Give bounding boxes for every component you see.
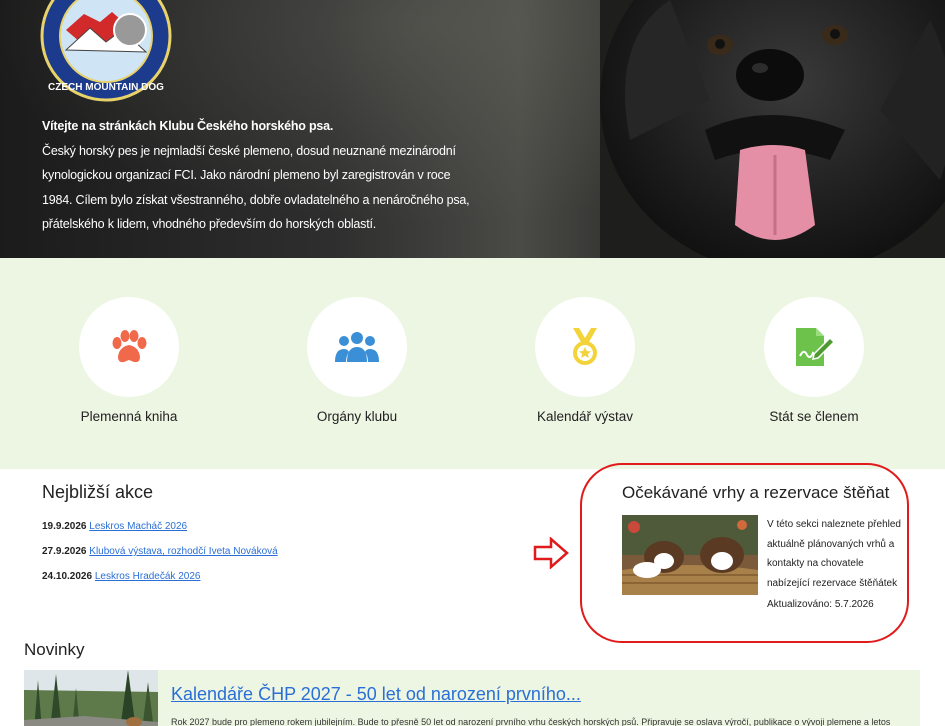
club-logo[interactable]: CZECH MOUNTAIN DOG	[40, 0, 172, 102]
quick-link-label[interactable]: Stát se členem	[724, 409, 904, 424]
news-image	[24, 670, 158, 726]
puppies-title[interactable]: Očekávané vrhy a rezervace štěňat	[622, 483, 889, 503]
dog-photo	[600, 0, 945, 258]
quick-link-kalendar-vystav[interactable]: Kalendář výstav	[495, 297, 675, 424]
quick-links-section: Plemenná kniha Orgány klubu Kalendář výs	[0, 258, 945, 469]
paw-icon	[112, 330, 147, 363]
puppies-updated: Aktualizováno: 5.7.2026	[767, 599, 874, 610]
event-item: 24.10.2026 Leskros Hradečák 2026	[42, 564, 278, 589]
arrow-right-icon	[533, 537, 569, 569]
logo-text: CZECH MOUNTAIN DOG	[48, 82, 164, 93]
puppies-photo[interactable]	[622, 515, 758, 595]
quick-link-organy-klubu[interactable]: Orgány klubu	[267, 297, 447, 424]
event-date: 24.10.2026	[42, 571, 93, 582]
quick-link-plemenna-kniha[interactable]: Plemenná kniha	[39, 297, 219, 424]
intro-body: Český horský pes je nejmladší české plem…	[42, 143, 470, 232]
events-list: 19.9.2026 Leskros Macháč 2026 27.9.2026 …	[42, 514, 278, 589]
news-photo[interactable]	[24, 670, 158, 726]
signature-icon	[796, 328, 834, 366]
event-item: 27.9.2026 Klubová výstava, rozhodčí Ivet…	[42, 539, 278, 564]
quick-link-stat-se-clenem[interactable]: Stát se členem	[724, 297, 904, 424]
event-date: 19.9.2026	[42, 521, 87, 532]
event-link[interactable]: Leskros Hradečák 2026	[95, 571, 201, 582]
users-icon	[335, 332, 379, 362]
medal-icon	[573, 328, 597, 365]
quick-link-label[interactable]: Plemenná kniha	[39, 409, 219, 424]
intro-text: Vítejte na stránkách Klubu Českého horsk…	[42, 114, 482, 237]
event-date: 27.9.2026	[42, 546, 87, 557]
event-link[interactable]: Klubová výstava, rozhodčí Iveta Nováková	[89, 546, 277, 557]
quick-link-circle[interactable]	[79, 297, 179, 397]
quick-link-circle[interactable]	[307, 297, 407, 397]
hero-banner: CZECH MOUNTAIN DOG Vítejte na stránkách …	[0, 0, 945, 258]
event-link[interactable]: Leskros Macháč 2026	[89, 521, 187, 532]
quick-link-label[interactable]: Orgány klubu	[267, 409, 447, 424]
news-headline-link[interactable]: Kalendáře ČHP 2027 - 50 let od narození …	[171, 684, 581, 705]
quick-link-label[interactable]: Kalendář výstav	[495, 409, 675, 424]
events-title: Nejbližší akce	[42, 482, 154, 502]
news-excerpt: Rok 2027 bude pro plemeno rokem jubilejn…	[171, 717, 891, 726]
puppies-description: V této sekci naleznete přehled aktuálně …	[767, 519, 901, 589]
puppies-image	[622, 515, 758, 595]
intro-lead: Vítejte na stránkách Klubu Českého horsk…	[42, 119, 334, 133]
quick-link-circle[interactable]	[764, 297, 864, 397]
news-title: Novinky	[24, 640, 85, 659]
quick-link-circle[interactable]	[535, 297, 635, 397]
event-item: 19.9.2026 Leskros Macháč 2026	[42, 514, 278, 539]
